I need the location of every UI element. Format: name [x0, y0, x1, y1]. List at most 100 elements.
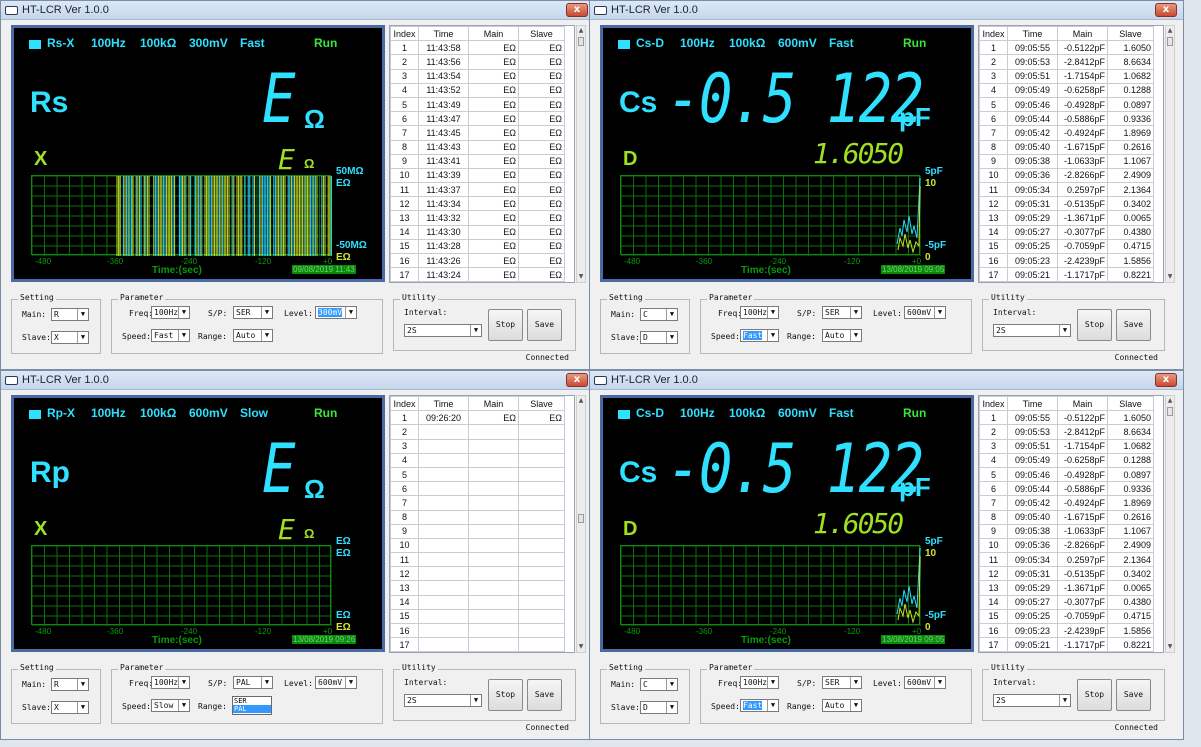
table-row[interactable]: 13 09:05:29 -1.3671pF 0.0065: [979, 580, 1154, 596]
table-row[interactable]: 10 11:43:39 EΩ EΩ: [390, 167, 565, 184]
speed-select[interactable]: Slow ▼: [151, 699, 190, 712]
scroll-thumb[interactable]: [1167, 37, 1173, 46]
scroll-up-icon[interactable]: ▲: [577, 27, 585, 35]
freq-select[interactable]: 100Hz ▼: [740, 676, 779, 689]
table-row[interactable]: 6: [390, 481, 565, 497]
table-row[interactable]: 13 11:43:32 EΩ EΩ: [390, 210, 565, 226]
table-row[interactable]: 15 09:05:25 -0.7059pF 0.4715: [979, 608, 1154, 625]
table-row[interactable]: 7 11:43:45 EΩ EΩ: [390, 125, 565, 141]
table-row[interactable]: 12 09:05:31 -0.5135pF 0.3402: [979, 196, 1154, 212]
table-row[interactable]: 9 11:43:41 EΩ EΩ: [390, 153, 565, 169]
freq-select[interactable]: 100Hz ▼: [740, 306, 779, 319]
freq-select[interactable]: 100Hz ▼: [151, 306, 190, 319]
scroll-down-icon[interactable]: ▼: [577, 643, 585, 651]
table-row[interactable]: 15 11:43:28 EΩ EΩ: [390, 238, 565, 255]
table-row[interactable]: 9 09:05:38 -1.0633pF 1.1067: [979, 523, 1154, 539]
level-select[interactable]: 600mV ▼: [904, 306, 946, 319]
title-bar[interactable]: HT-LCR Ver 1.0.0 x: [1, 1, 594, 20]
col-main[interactable]: Main: [1057, 26, 1108, 42]
col-slave[interactable]: Slave: [518, 396, 565, 412]
col-slave[interactable]: Slave: [1107, 26, 1154, 42]
table-row[interactable]: 11 09:05:34 0.2597pF 2.1364: [979, 552, 1154, 568]
stop-button[interactable]: Stop: [488, 679, 523, 711]
stop-button[interactable]: Stop: [488, 309, 523, 341]
scroll-down-icon[interactable]: ▼: [1166, 273, 1174, 281]
interval-select[interactable]: 2S ▼: [404, 694, 482, 707]
table-row[interactable]: 1 09:26:20 EΩ EΩ: [390, 410, 565, 426]
table-row[interactable]: 16 09:05:23 -2.4239pF 1.5856: [979, 252, 1154, 269]
table-row[interactable]: 16 11:43:26 EΩ EΩ: [390, 252, 565, 269]
table-row[interactable]: 14 09:05:27 -0.3077pF 0.4380: [979, 594, 1154, 610]
table-row[interactable]: 5 11:43:49 EΩ EΩ: [390, 96, 565, 113]
table-row[interactable]: 5 09:05:46 -0.4928pF 0.0897: [979, 96, 1154, 113]
speed-select[interactable]: Fast ▼: [740, 699, 779, 712]
table-row[interactable]: 4: [390, 452, 565, 468]
col-index[interactable]: Index: [979, 396, 1008, 412]
slave-select[interactable]: D ▼: [640, 331, 678, 344]
table-row[interactable]: 14 09:05:27 -0.3077pF 0.4380: [979, 224, 1154, 240]
range-select[interactable]: Auto ▼: [822, 329, 862, 342]
stop-button[interactable]: Stop: [1077, 309, 1112, 341]
table-row[interactable]: 12 09:05:31 -0.5135pF 0.3402: [979, 566, 1154, 582]
col-main[interactable]: Main: [468, 396, 519, 412]
table-row[interactable]: 4 09:05:49 -0.6258pF 0.1288: [979, 82, 1154, 98]
table-row[interactable]: 8 09:05:40 -1.6715pF 0.2616: [979, 139, 1154, 155]
main-select[interactable]: C ▼: [640, 678, 678, 691]
sp-select[interactable]: SER ▼: [822, 676, 862, 689]
table-row[interactable]: 17: [390, 637, 565, 652]
readings-table[interactable]: Index Time Main Slave 1 09:05:55 -0.5122…: [978, 25, 1164, 283]
table-row[interactable]: 6 09:05:44 -0.5886pF 0.9336: [979, 481, 1154, 497]
save-button[interactable]: Save: [1116, 679, 1151, 711]
close-button[interactable]: x: [566, 3, 588, 17]
col-slave[interactable]: Slave: [518, 26, 565, 42]
table-row[interactable]: 1 11:43:58 EΩ EΩ: [390, 40, 565, 56]
level-select[interactable]: 600mV ▼: [315, 676, 357, 689]
slave-select[interactable]: D ▼: [640, 701, 678, 714]
table-row[interactable]: 7: [390, 495, 565, 511]
sp-select[interactable]: SER ▼: [233, 306, 273, 319]
table-row[interactable]: 12 11:43:34 EΩ EΩ: [390, 196, 565, 212]
main-select[interactable]: R ▼: [51, 678, 89, 691]
range-select[interactable]: Auto ▼: [233, 329, 273, 342]
table-row[interactable]: 8 11:43:43 EΩ EΩ: [390, 139, 565, 155]
scroll-down-icon[interactable]: ▼: [577, 273, 585, 281]
scroll-thumb[interactable]: [578, 37, 584, 46]
col-time[interactable]: Time: [1007, 396, 1058, 412]
table-row[interactable]: 7 09:05:42 -0.4924pF 1.8969: [979, 495, 1154, 511]
col-time[interactable]: Time: [1007, 26, 1058, 42]
table-row[interactable]: 15 09:05:25 -0.7059pF 0.4715: [979, 238, 1154, 255]
table-row[interactable]: 16 09:05:23 -2.4239pF 1.5856: [979, 622, 1154, 639]
col-time[interactable]: Time: [418, 26, 469, 42]
table-scrollbar[interactable]: ▲ ▼: [576, 395, 586, 653]
save-button[interactable]: Save: [527, 309, 562, 341]
table-row[interactable]: 7 09:05:42 -0.4924pF 1.8969: [979, 125, 1154, 141]
col-index[interactable]: Index: [390, 396, 419, 412]
table-row[interactable]: 17 09:05:21 -1.1717pF 0.8221: [979, 267, 1154, 282]
table-row[interactable]: 4 09:05:49 -0.6258pF 0.1288: [979, 452, 1154, 468]
readings-table[interactable]: Index Time Main Slave 1 09:05:55 -0.5122…: [978, 395, 1164, 653]
close-button[interactable]: x: [1155, 373, 1177, 387]
slave-select[interactable]: X ▼: [51, 701, 89, 714]
slave-select[interactable]: X ▼: [51, 331, 89, 344]
table-row[interactable]: 4 11:43:52 EΩ EΩ: [390, 82, 565, 98]
table-row[interactable]: 10: [390, 537, 565, 554]
table-row[interactable]: 5: [390, 466, 565, 483]
table-row[interactable]: 3 09:05:51 -1.7154pF 1.0682: [979, 438, 1154, 454]
title-bar[interactable]: HT-LCR Ver 1.0.0 x: [1, 371, 594, 390]
table-row[interactable]: 2: [390, 424, 565, 440]
table-row[interactable]: 3 11:43:54 EΩ EΩ: [390, 68, 565, 84]
interval-select[interactable]: 2S ▼: [993, 324, 1071, 337]
title-bar[interactable]: HT-LCR Ver 1.0.0 x: [590, 371, 1183, 390]
sp-dropdown-list[interactable]: SER PAL: [232, 696, 272, 715]
close-button[interactable]: x: [1155, 3, 1177, 17]
speed-select[interactable]: Fast ▼: [151, 329, 190, 342]
table-row[interactable]: 2 11:43:56 EΩ EΩ: [390, 54, 565, 70]
table-row[interactable]: 16: [390, 622, 565, 639]
speed-select[interactable]: Fast ▼: [740, 329, 779, 342]
table-row[interactable]: 6 11:43:47 EΩ EΩ: [390, 111, 565, 127]
table-row[interactable]: 13 09:05:29 -1.3671pF 0.0065: [979, 210, 1154, 226]
table-row[interactable]: 12: [390, 566, 565, 582]
table-row[interactable]: 11 11:43:37 EΩ EΩ: [390, 182, 565, 198]
table-row[interactable]: 9: [390, 523, 565, 539]
table-row[interactable]: 5 09:05:46 -0.4928pF 0.0897: [979, 466, 1154, 483]
